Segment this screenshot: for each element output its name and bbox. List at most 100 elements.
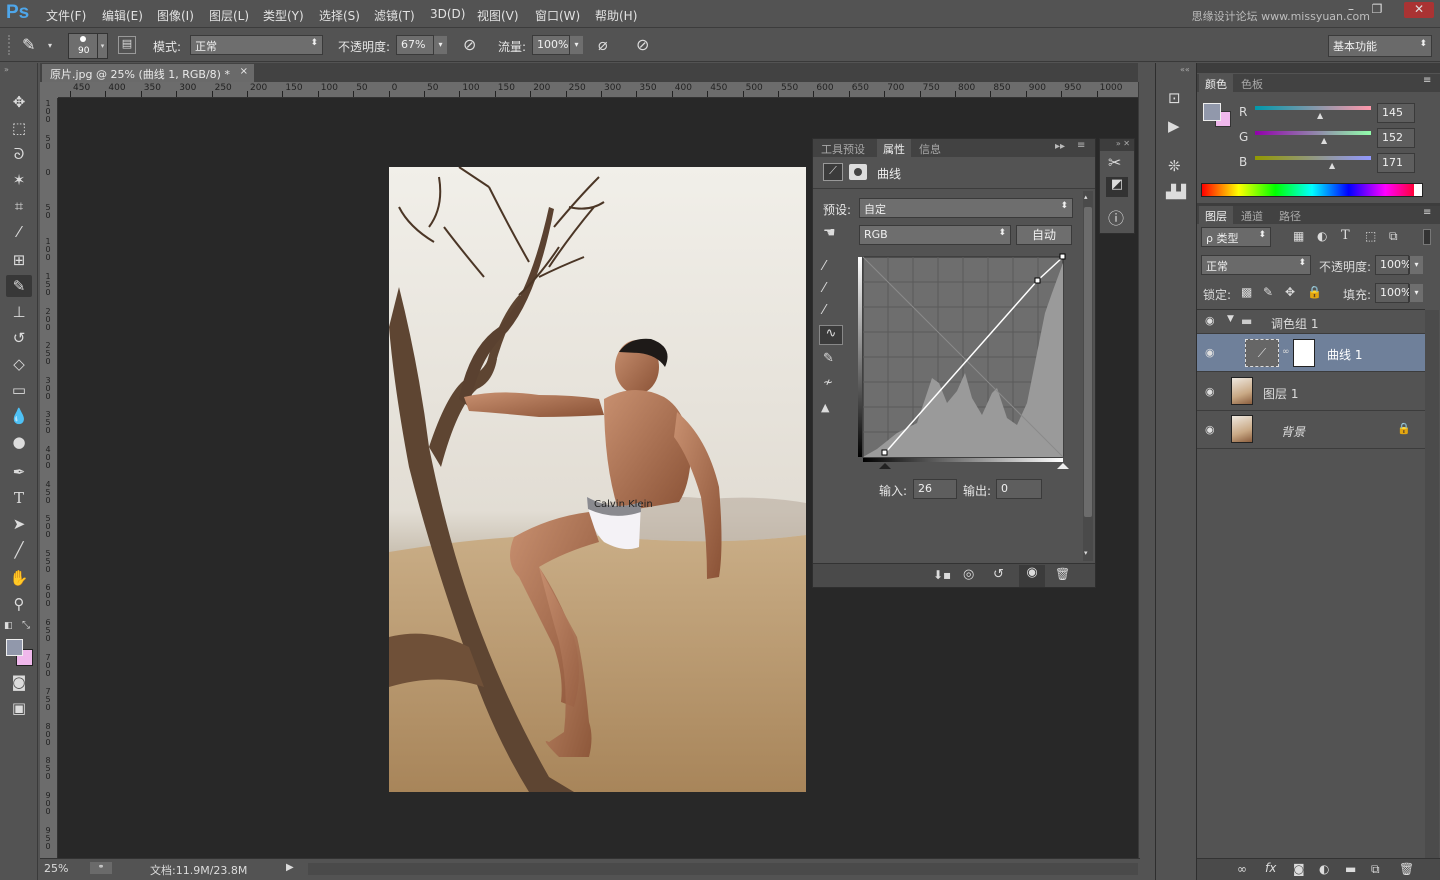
trash-icon[interactable]: 🗑 bbox=[1055, 567, 1070, 581]
tab-info[interactable]: 信息 bbox=[913, 139, 947, 157]
fill-input[interactable]: 100% bbox=[1375, 283, 1411, 303]
healing-brush-tool-icon[interactable]: ⊞ bbox=[6, 249, 32, 271]
info-icon[interactable]: ⓘ bbox=[1108, 205, 1124, 229]
hand-tool-icon[interactable]: ✋ bbox=[6, 567, 32, 589]
lock-position-icon[interactable]: ✥ bbox=[1285, 285, 1295, 299]
scroll-down-icon[interactable]: ▾ bbox=[1084, 549, 1088, 557]
eye-icon[interactable]: ◉ bbox=[1205, 385, 1215, 398]
filter-smart-object-icon[interactable]: ⧉ bbox=[1389, 229, 1398, 244]
type-tool-icon[interactable]: T bbox=[6, 487, 32, 509]
smooth-curve-icon[interactable]: ≁ bbox=[823, 375, 833, 389]
target-adjust-hand-icon[interactable]: ☚ bbox=[823, 225, 836, 241]
filter-shape-icon[interactable]: ⬚ bbox=[1365, 229, 1376, 243]
chevron-down-icon[interactable]: ▾ bbox=[433, 36, 447, 54]
curves-graph[interactable] bbox=[857, 253, 1069, 469]
foreground-color-swatch[interactable] bbox=[1203, 103, 1221, 121]
actions-play-icon[interactable]: ▶ bbox=[1168, 117, 1180, 135]
r-slider[interactable] bbox=[1255, 106, 1371, 110]
pressure-opacity-icon[interactable]: ⊘ bbox=[463, 35, 476, 54]
menu-help[interactable]: 帮助(H) bbox=[595, 7, 637, 24]
clipping-warning-icon[interactable]: ▲ bbox=[821, 401, 829, 414]
lock-transparent-icon[interactable]: ▩ bbox=[1241, 285, 1252, 299]
curve-edit-points-icon[interactable]: ∿ bbox=[819, 325, 843, 345]
brush-tool-icon[interactable]: ✎ bbox=[22, 35, 35, 54]
screen-mode-icon[interactable]: ▣ bbox=[6, 697, 32, 719]
menu-3d[interactable]: 3D(D) bbox=[430, 7, 465, 21]
add-mask-icon[interactable]: ◙ bbox=[1293, 862, 1305, 876]
eye-icon[interactable]: ◉ bbox=[1205, 423, 1215, 436]
lock-all-icon[interactable]: 🔒 bbox=[1307, 285, 1322, 299]
fx-icon[interactable]: fx bbox=[1265, 861, 1276, 875]
menu-layer[interactable]: 图层(L) bbox=[209, 7, 249, 24]
scroll-thumb[interactable] bbox=[1084, 207, 1092, 517]
tab-color[interactable]: 颜色 bbox=[1199, 74, 1233, 92]
brush-presets-icon[interactable]: ▟▟ bbox=[1166, 185, 1186, 200]
layer-opacity-input[interactable]: 100% bbox=[1375, 255, 1411, 275]
minimize-icon[interactable]: – bbox=[1340, 2, 1362, 18]
curves-adjustment-icon[interactable]: ⟋ bbox=[823, 163, 843, 181]
menu-view[interactable]: 视图(V) bbox=[477, 7, 519, 24]
menu-image[interactable]: 图像(I) bbox=[157, 7, 194, 24]
quick-mask-icon[interactable]: ◙ bbox=[6, 671, 32, 693]
menu-edit[interactable]: 编辑(E) bbox=[102, 7, 143, 24]
tab-tool-presets[interactable]: 工具预设 bbox=[815, 139, 871, 157]
blur-tool-icon[interactable]: 💧 bbox=[6, 405, 32, 427]
new-group-icon[interactable]: ▬ bbox=[1345, 862, 1356, 876]
zoom-tool-icon[interactable]: ⚲ bbox=[6, 593, 32, 615]
trash-icon[interactable]: 🗑 bbox=[1399, 862, 1414, 876]
layer-mask-thumbnail[interactable] bbox=[1293, 339, 1315, 367]
filter-toggle[interactable] bbox=[1423, 229, 1431, 245]
document-vertical-scrollbar[interactable] bbox=[1138, 82, 1152, 858]
dodge-tool-icon[interactable]: ● bbox=[6, 431, 32, 453]
pen-tool-icon[interactable]: ✒ bbox=[6, 461, 32, 483]
r-value[interactable]: 145 bbox=[1377, 103, 1415, 123]
close-icon[interactable]: ✕ bbox=[1404, 2, 1434, 18]
collapse-icon[interactable]: «« bbox=[1180, 65, 1190, 74]
properties-panel-icon[interactable]: ◩ bbox=[1106, 177, 1128, 197]
link-layers-icon[interactable]: ∞ bbox=[1237, 862, 1247, 876]
new-layer-icon[interactable]: ⧉ bbox=[1371, 862, 1380, 877]
document-photo[interactable]: Calvin Klein bbox=[389, 167, 806, 792]
layer-row-group[interactable]: ◉ ▼ ▬ 调色组 1 bbox=[1197, 310, 1425, 334]
pencil-draw-icon[interactable]: ✎ bbox=[823, 351, 834, 366]
magic-wand-tool-icon[interactable]: ✶ bbox=[6, 169, 32, 191]
tab-paths[interactable]: 路径 bbox=[1273, 206, 1307, 224]
disclosure-triangle-icon[interactable]: ▼ bbox=[1227, 314, 1234, 324]
preset-select[interactable]: 自定 ⬍ bbox=[859, 198, 1073, 218]
white-point-eyedropper-icon[interactable]: ⁄ bbox=[823, 303, 825, 318]
move-tool-icon[interactable]: ✥ bbox=[6, 91, 32, 113]
document-tab[interactable]: 原片.jpg @ 25% (曲线 1, RGB/8) * × bbox=[42, 64, 254, 82]
panel-menu-icon[interactable]: ≡ bbox=[1077, 140, 1085, 151]
g-value[interactable]: 152 bbox=[1377, 128, 1415, 148]
eyedropper-tool-icon[interactable]: ⁄ bbox=[6, 221, 32, 243]
crop-tool-icon[interactable]: ⌗ bbox=[6, 195, 32, 217]
eye-icon[interactable]: ◉ bbox=[1205, 346, 1215, 359]
opacity-input[interactable]: 67% bbox=[396, 35, 434, 55]
auto-button[interactable]: 自动 bbox=[1016, 225, 1072, 245]
output-value-field[interactable]: 0 bbox=[996, 479, 1042, 499]
b-slider-thumb[interactable]: ▲ bbox=[1329, 161, 1335, 170]
lasso-tool-icon[interactable]: ᘐ bbox=[6, 143, 32, 165]
view-previous-state-icon[interactable]: ◎ bbox=[963, 567, 974, 582]
tab-properties[interactable]: 属性 bbox=[877, 139, 911, 157]
history-icon[interactable]: ⊡ bbox=[1168, 89, 1181, 107]
clone-stamp-tool-icon[interactable]: ⊥ bbox=[6, 301, 32, 323]
zoom-level[interactable]: 25% bbox=[44, 862, 68, 875]
filter-type-icon[interactable]: T bbox=[1341, 228, 1350, 243]
new-adjustment-icon[interactable]: ◐ bbox=[1319, 862, 1329, 876]
airbrush-icon[interactable]: ⌀ bbox=[598, 35, 608, 54]
path-selection-tool-icon[interactable]: ➤ bbox=[6, 513, 32, 535]
layers-scrollbar[interactable] bbox=[1425, 310, 1439, 858]
link-icon[interactable]: ∞ bbox=[1282, 347, 1290, 357]
g-slider[interactable] bbox=[1255, 131, 1371, 135]
brush-preset-picker[interactable]: 90 ▾ bbox=[68, 33, 108, 59]
eraser-tool-icon[interactable]: ◇ bbox=[6, 353, 32, 375]
brush-tool-icon[interactable]: ✎ bbox=[6, 275, 32, 297]
collapse-icon[interactable]: » bbox=[4, 65, 9, 74]
g-slider-thumb[interactable]: ▲ bbox=[1321, 136, 1327, 145]
menu-type[interactable]: 类型(Y) bbox=[263, 7, 304, 24]
scissors-icon[interactable]: ✂ bbox=[1108, 153, 1121, 172]
layer-row-layer-1[interactable]: ◉ 图层 1 bbox=[1197, 373, 1425, 411]
filter-pixel-icon[interactable]: ▦ bbox=[1293, 229, 1304, 243]
color-spectrum-ramp[interactable] bbox=[1201, 183, 1423, 197]
